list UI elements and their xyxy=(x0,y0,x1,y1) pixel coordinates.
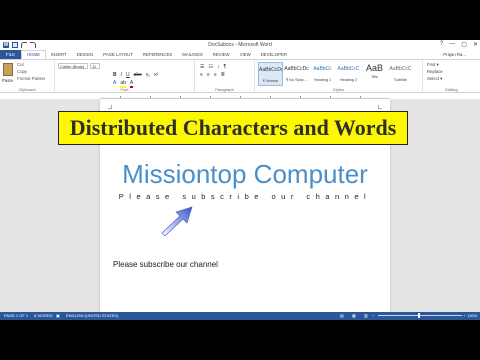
paragraph-group: ☰ ☷ ↕ ¶ ≡ ≡ ≡ ≣ Paragraph xyxy=(195,60,255,93)
style-preview: AaB xyxy=(365,63,383,72)
font-group: Calibri (Body) 11 B I U abc x₂ x² A ab A… xyxy=(55,60,195,93)
style-preview: AaBbCc xyxy=(313,66,332,72)
numbering-icon[interactable]: ☷ xyxy=(208,64,212,70)
style-name: Subtitle xyxy=(394,78,407,82)
tab-mailings[interactable]: MAILINGS xyxy=(177,50,208,59)
video-frame: W DocSubocs - Microsoft Word ? — ▢ ✕ FIL… xyxy=(0,0,480,360)
select-button[interactable]: Select ▾ xyxy=(427,76,442,82)
sort-icon[interactable]: ↕ xyxy=(217,64,220,70)
style-title[interactable]: AaB Title xyxy=(362,62,387,86)
font-label: Font xyxy=(120,87,129,92)
justify-icon[interactable]: ≣ xyxy=(221,72,225,78)
style-name: ¶ No Spac... xyxy=(286,78,307,82)
italic-icon[interactable]: I xyxy=(121,72,122,78)
ribbon-tabs: FILE HOME INSERT DESIGN PAGE LAYOUT REFE… xyxy=(0,50,480,59)
pilcrow-icon[interactable]: ¶ xyxy=(223,64,226,70)
copy-button[interactable]: Copy xyxy=(17,69,27,74)
style-no-spacing[interactable]: AaBbCcDc ¶ No Spac... xyxy=(284,62,309,86)
user-account[interactable]: Prajan Ra... xyxy=(443,50,466,59)
clipboard-group: Paste Cut Copy Format Painter Clipboard xyxy=(0,60,55,93)
style-name: Title xyxy=(370,75,379,79)
find-button[interactable]: Find ▾ xyxy=(427,62,439,68)
status-bar: PAGE 1 OF 1 8 WORDS ▣ ENGLISH (UNITED ST… xyxy=(0,312,480,320)
style-preview: AaBbCcC xyxy=(337,66,360,72)
language-indicator[interactable]: ENGLISH (UNITED STATES) xyxy=(66,312,118,320)
tab-file[interactable]: FILE xyxy=(0,50,22,59)
help-button[interactable]: ? xyxy=(440,41,443,48)
font-name-dropdown[interactable]: Calibri (Body) xyxy=(58,63,88,69)
styles-group: AaBbCcDc ¶ Normal AaBbCcDc ¶ No Spac... … xyxy=(255,60,423,93)
paste-icon[interactable] xyxy=(3,63,13,76)
tab-insert[interactable]: INSERT xyxy=(46,50,72,59)
style-name: Heading 1 xyxy=(313,78,332,82)
print-layout-icon[interactable]: ▦ xyxy=(352,312,356,320)
bold-icon[interactable]: B xyxy=(113,72,117,78)
minimize-button[interactable]: — xyxy=(449,41,455,48)
proofing-icon[interactable]: ▣ xyxy=(56,312,60,320)
editing-label: Editing xyxy=(445,87,458,92)
tab-references[interactable]: REFERENCES xyxy=(138,50,177,59)
superscript-icon[interactable]: x² xyxy=(154,72,158,78)
style-preview: AaBbCcC xyxy=(389,66,412,72)
style-heading-2[interactable]: AaBbCcC Heading 2 xyxy=(336,62,361,86)
style-preview: AaBbCcDc xyxy=(284,66,309,72)
style-preview: AaBbCcDc xyxy=(259,67,282,73)
style-name: ¶ Normal xyxy=(262,79,279,83)
window-title: DocSubocs - Microsoft Word xyxy=(208,42,272,48)
font-size-dropdown[interactable]: 11 xyxy=(90,63,100,69)
underline-icon[interactable]: U xyxy=(126,72,130,78)
replace-button[interactable]: Replace xyxy=(427,69,443,74)
align-center-icon[interactable]: ≡ xyxy=(207,72,210,78)
word-count[interactable]: 8 WORDS xyxy=(34,312,53,320)
style-subtitle[interactable]: AaBbCcC Subtitle xyxy=(388,62,413,86)
bullets-icon[interactable]: ☰ xyxy=(200,64,204,70)
zoom-slider[interactable] xyxy=(378,315,462,316)
paste-button[interactable]: Paste xyxy=(2,78,13,83)
word-window: W DocSubocs - Microsoft Word ? — ▢ ✕ FIL… xyxy=(0,40,480,320)
style-name: Heading 2 xyxy=(339,78,358,82)
align-left-icon[interactable]: ≡ xyxy=(200,72,203,78)
align-right-icon[interactable]: ≡ xyxy=(214,72,217,78)
cut-button[interactable]: Cut xyxy=(17,62,24,67)
tab-page-layout[interactable]: PAGE LAYOUT xyxy=(98,50,138,59)
paragraph-label: Paragraph xyxy=(215,87,234,92)
format-painter-button[interactable]: Format Painter xyxy=(17,76,45,81)
tab-design[interactable]: DESIGN xyxy=(72,50,98,59)
styles-label: Styles xyxy=(333,87,344,92)
zoom-level[interactable]: 130% xyxy=(467,312,477,320)
tab-home[interactable]: HOME xyxy=(21,50,46,59)
tab-developer[interactable]: DEVELOPER xyxy=(256,50,292,59)
close-button[interactable]: ✕ xyxy=(473,41,478,48)
page-count[interactable]: PAGE 1 OF 1 xyxy=(4,312,28,320)
video-title-banner: Distributed Characters and Words xyxy=(58,111,408,145)
tab-review[interactable]: REVIEW xyxy=(208,50,235,59)
style-heading-1[interactable]: AaBbCc Heading 1 xyxy=(310,62,335,86)
zoom-out-icon[interactable]: − xyxy=(372,312,374,320)
editing-group: Find ▾ Replace Select ▾ Editing xyxy=(423,60,480,93)
ribbon: Paste Cut Copy Format Painter Clipboard … xyxy=(0,59,480,93)
zoom-in-icon[interactable]: + xyxy=(463,312,465,320)
clipboard-label: Clipboard xyxy=(18,87,36,92)
tab-view[interactable]: VIEW xyxy=(235,50,256,59)
style-normal[interactable]: AaBbCcDc ¶ Normal xyxy=(258,62,283,86)
zoom-slider-thumb[interactable] xyxy=(418,313,420,318)
subscript-icon[interactable]: x₂ xyxy=(146,72,150,78)
strikethrough-icon[interactable]: abc xyxy=(134,72,142,78)
web-layout-icon[interactable]: ▥ xyxy=(364,312,368,320)
title-bar: W DocSubocs - Microsoft Word ? — ▢ ✕ xyxy=(0,40,480,50)
maximize-button[interactable]: ▢ xyxy=(461,41,467,48)
read-mode-icon[interactable]: ▤ xyxy=(340,312,344,320)
